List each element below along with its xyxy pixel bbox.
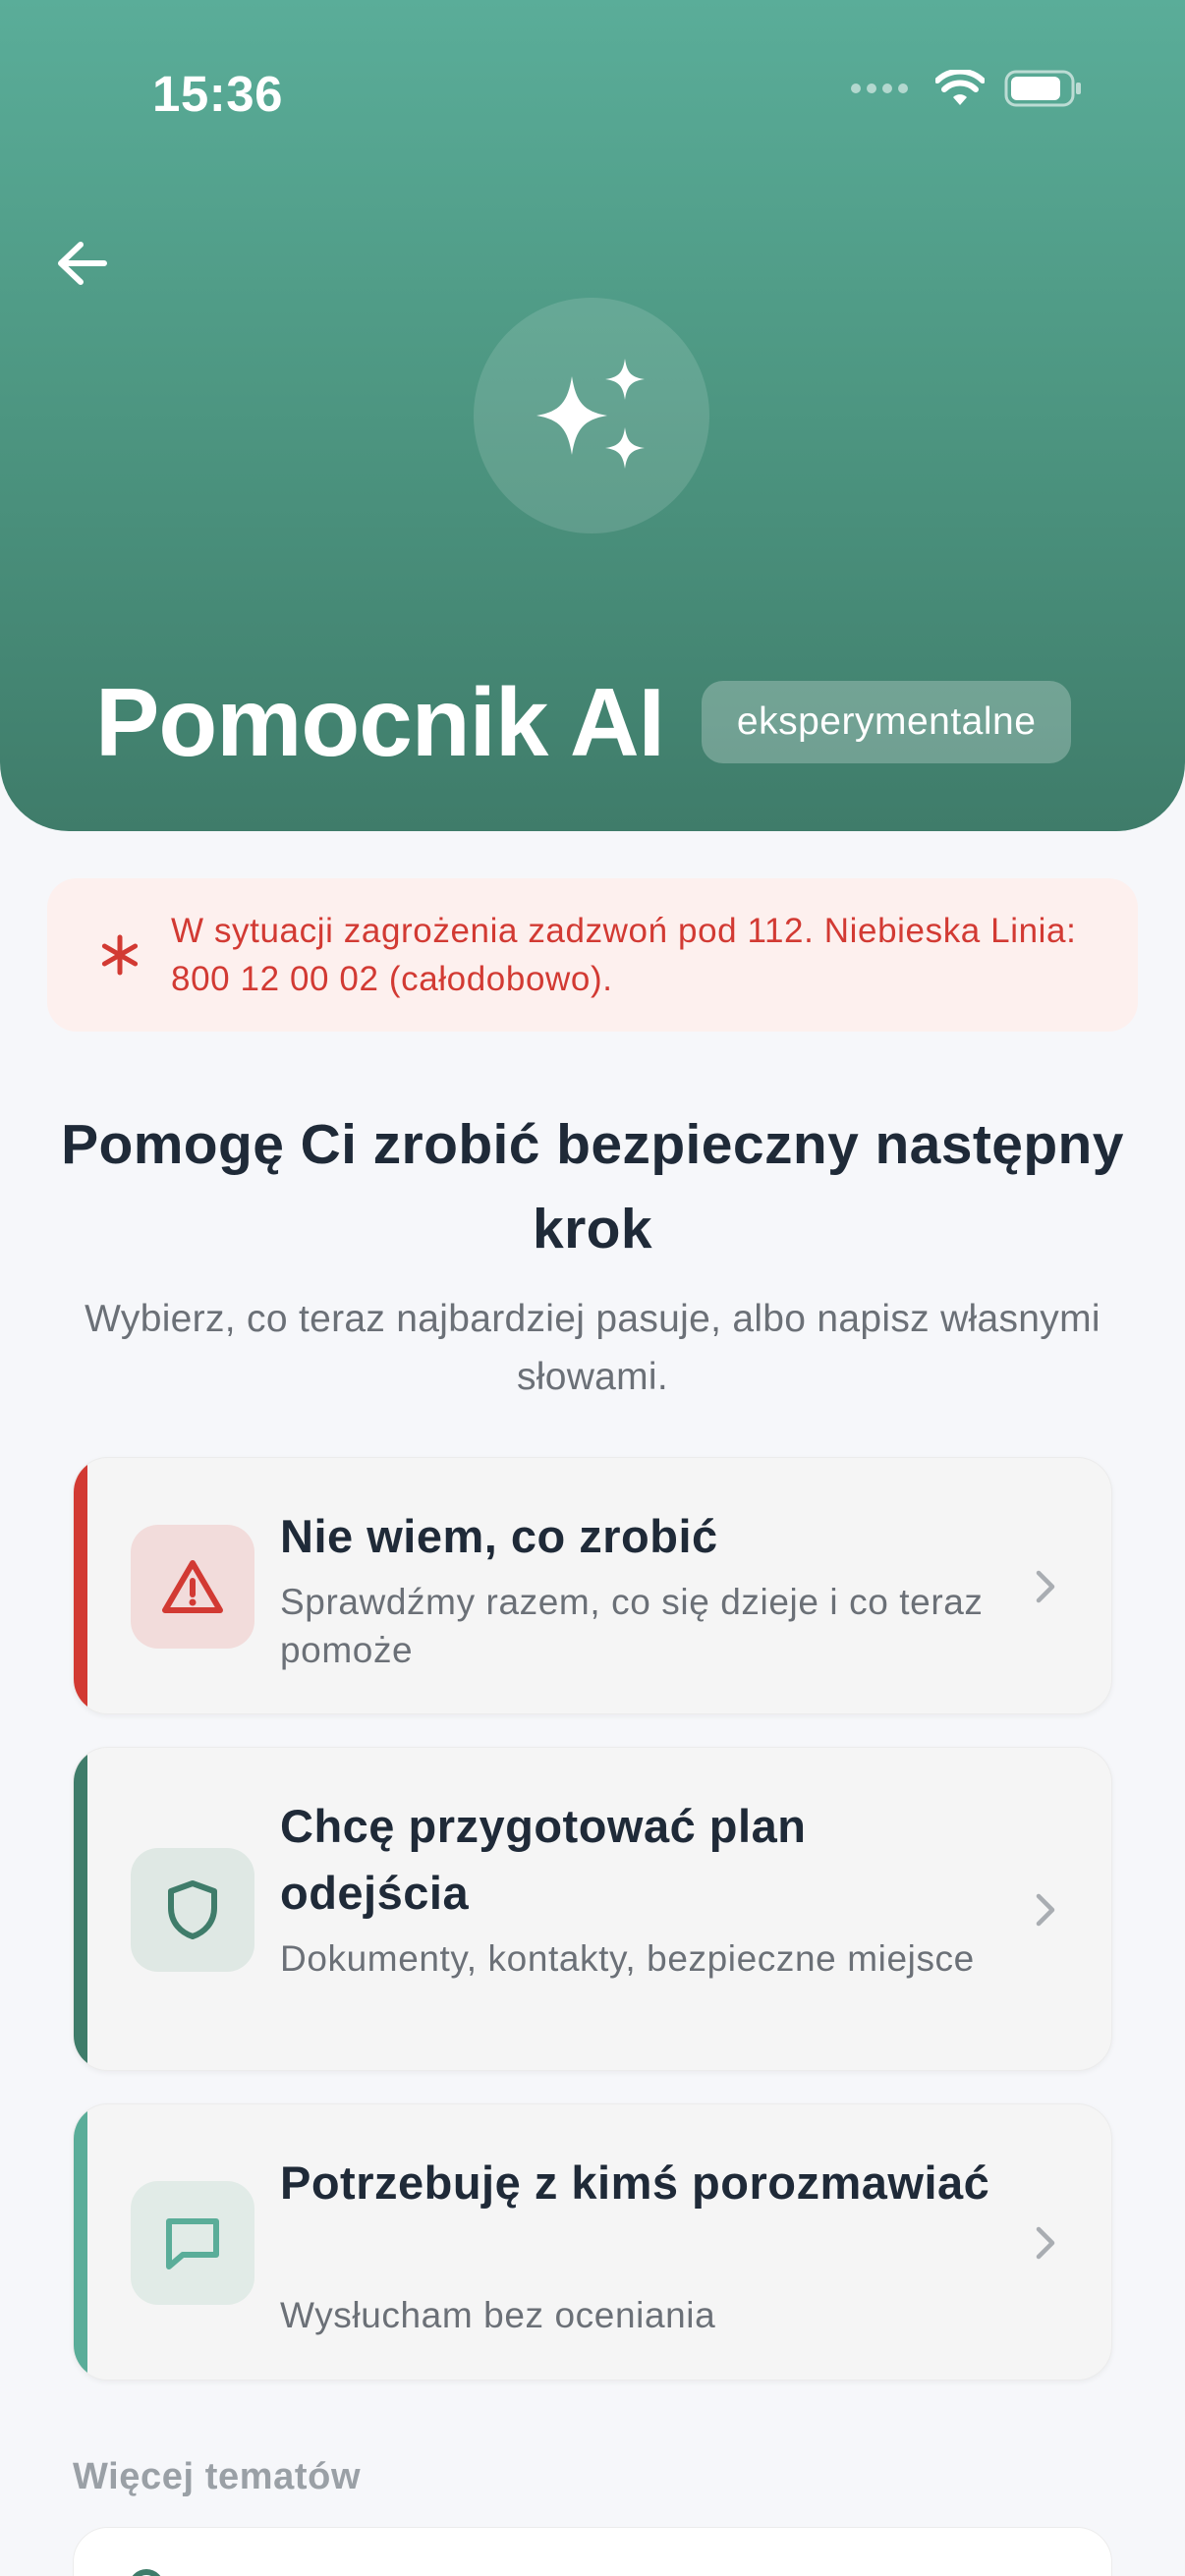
back-button[interactable] <box>51 232 114 295</box>
chevron-right-icon <box>1036 1893 1055 1927</box>
card-icon-box <box>131 2181 254 2305</box>
card-accent-bar <box>74 1458 87 1713</box>
arrow-left-icon <box>58 242 107 285</box>
warning-icon <box>162 1560 223 1613</box>
title-row: Pomocnik AI eksperymentalne <box>95 668 1072 776</box>
emergency-alert: W sytuacji zagrożenia zadzwoń pod 112. N… <box>47 878 1138 1032</box>
more-topics-label: Więcej tematów <box>73 2456 362 2497</box>
signal-icon <box>851 84 908 93</box>
card-icon-box <box>131 1848 254 1972</box>
option-title: Potrzebuję z kimś porozmawiać <box>280 2156 990 2209</box>
option-talk-to-someone[interactable]: Potrzebuję z kimś porozmawiać Wysłucham … <box>73 2103 1112 2380</box>
option-title: Nie wiem, co zrobić <box>280 1510 718 1562</box>
hero-icon-circle <box>474 298 709 533</box>
card-accent-bar <box>74 1748 87 2070</box>
asterisk-icon <box>101 934 139 976</box>
card-icon-box <box>131 1525 254 1649</box>
chevron-right-icon <box>1036 1570 1055 1603</box>
card-accent-bar <box>74 2104 87 2380</box>
screen: 15:36 Pomocnik AI eksperymentalne W sytu… <box>0 0 1185 2576</box>
status-time: 15:36 <box>152 66 283 122</box>
shield-icon <box>168 1880 217 1939</box>
option-title: Chcę przygotować plan odejścia <box>280 1800 807 1919</box>
intro-subtitle: Wybierz, co teraz najbardziej pasuje, al… <box>85 1298 1100 1398</box>
topic-icon <box>129 2569 164 2576</box>
status-icons <box>851 69 1083 108</box>
intro-title: Pomogę Ci zrobić bezpieczny następny kro… <box>61 1113 1124 1260</box>
more-topics-card[interactable] <box>73 2527 1112 2576</box>
experimental-badge: eksperymentalne <box>701 681 1072 763</box>
sparkles-icon <box>536 359 645 469</box>
battery-icon <box>1004 70 1081 107</box>
chevron-right-icon <box>1036 2226 1055 2260</box>
alert-text: W sytuacji zagrożenia zadzwoń pod 112. N… <box>171 912 1077 998</box>
page-title: Pomocnik AI <box>95 668 665 776</box>
chat-icon <box>166 2218 219 2269</box>
option-exit-plan[interactable]: Chcę przygotować plan odejścia Dokumenty… <box>73 1747 1112 2071</box>
wifi-icon <box>935 70 985 105</box>
option-subtitle: Sprawdźmy razem, co się dzieje i co tera… <box>280 1582 984 1670</box>
option-subtitle: Dokumenty, kontakty, bezpieczne miejsce <box>280 1938 975 1979</box>
option-not-sure[interactable]: Nie wiem, co zrobić Sprawdźmy razem, co … <box>73 1457 1112 1714</box>
option-subtitle: Wysłucham bez oceniania <box>280 2295 716 2335</box>
header: 15:36 Pomocnik AI eksperymentalne <box>0 0 1185 831</box>
